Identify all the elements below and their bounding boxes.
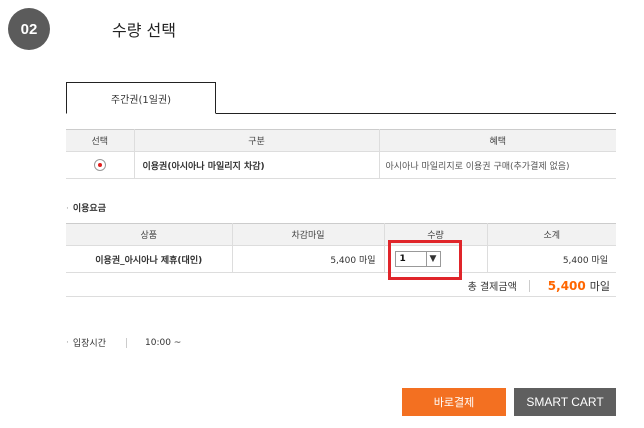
header-select: 선택: [66, 129, 135, 152]
deduct-miles: 5,400 마일: [232, 245, 385, 273]
step-title: 수량 선택: [112, 21, 176, 40]
header-type: 구분: [134, 129, 380, 152]
row-subtotal: 5,400 마일: [487, 245, 616, 273]
total-unit: 마일: [589, 279, 610, 293]
header-product: 상품: [66, 223, 233, 246]
entry-time-value: 10:00 ~: [145, 337, 182, 348]
fee-table: 상품 차감마일 수량 소계 이용권_아시아나 제휴(대인) 5,400 마일 1…: [66, 223, 616, 273]
pay-now-button[interactable]: 바로결제: [402, 388, 506, 416]
product-name: 이용권_아시아나 제휴(대인): [66, 245, 233, 273]
ticket-radio[interactable]: [93, 159, 106, 171]
bullet-icon: ·: [66, 204, 69, 214]
table-row: 이용권(아시아나 마일리지 차감) 아시아나 마일리지로 이용권 구매(추가결제…: [66, 151, 616, 179]
fee-section-label: · 이용요금: [66, 204, 106, 214]
entry-time: · 입장시간 10:00 ~: [66, 336, 181, 349]
header-benefit: 혜택: [379, 129, 616, 152]
divider: [126, 337, 127, 348]
total-payment-row: 총 결제금액 5,400 마일: [66, 275, 616, 297]
divider: [528, 279, 530, 292]
ticket-selection-table: 선택 구분 혜택 이용권(아시아나 마일리지 차감) 아시아나 마일리지로 이용…: [66, 129, 616, 179]
smart-cart-button[interactable]: SMART CART: [514, 388, 616, 416]
total-amount: 5,400: [547, 278, 586, 293]
tab-weekday-pass[interactable]: 주간권(1일권): [66, 82, 216, 114]
total-label: 총 결제금액: [467, 282, 517, 293]
table-row: 이용권_아시아나 제휴(대인) 5,400 마일 1 ▼ 5,400 마일: [66, 245, 616, 273]
ticket-benefit: 아시아나 마일리지로 이용권 구매(추가결제 없음): [379, 151, 616, 179]
header-miles: 차감마일: [232, 223, 385, 246]
header-subtotal: 소계: [487, 223, 616, 246]
step-number-badge: 02: [8, 8, 50, 50]
entry-time-label: 입장시간: [72, 339, 106, 349]
ticket-tabs: 주간권(1일권): [66, 82, 616, 114]
bullet-icon: ·: [66, 337, 69, 348]
ticket-type: 이용권(아시아나 마일리지 차감): [134, 151, 380, 179]
quantity-highlight: [388, 240, 462, 280]
